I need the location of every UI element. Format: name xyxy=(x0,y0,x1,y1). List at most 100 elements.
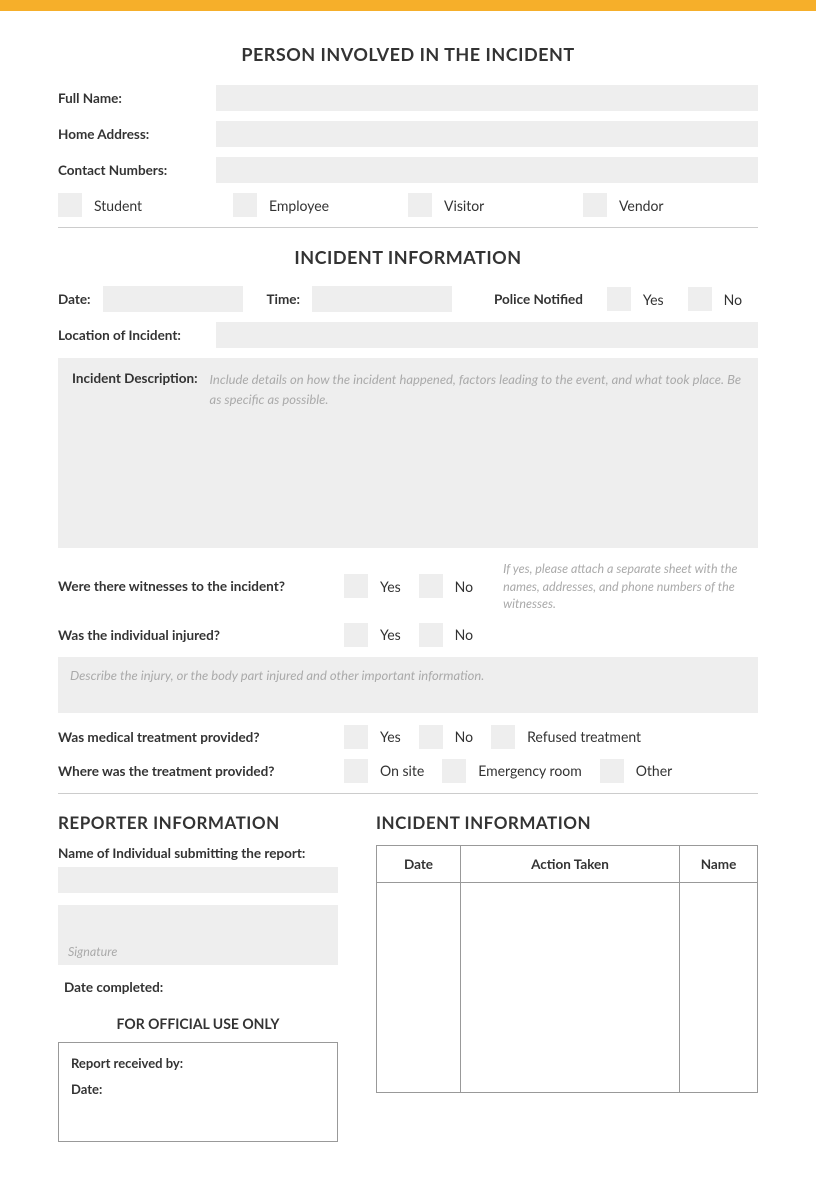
med-yes[interactable]: Yes xyxy=(344,725,401,749)
checkbox-icon xyxy=(688,287,712,311)
location-label: Location of Incident: xyxy=(58,327,212,343)
er-label: Emergency room xyxy=(478,762,581,779)
cell-action[interactable] xyxy=(461,882,680,1092)
witness-label: Were there witnesses to the incident? xyxy=(58,578,326,594)
injured-no[interactable]: No xyxy=(419,623,473,647)
where-row: Where was the treatment provided? On sit… xyxy=(58,759,758,783)
home-address-input[interactable] xyxy=(216,121,758,147)
checkbox-icon xyxy=(583,193,607,217)
col-date: Date xyxy=(377,845,461,882)
witness-hint: If yes, please attach a separate sheet w… xyxy=(503,560,758,613)
cell-name[interactable] xyxy=(680,882,758,1092)
checkbox-icon xyxy=(607,287,631,311)
police-yes[interactable]: Yes xyxy=(607,287,664,311)
cell-date[interactable] xyxy=(377,882,461,1092)
yes-label: Yes xyxy=(380,626,401,643)
checkbox-icon xyxy=(442,759,466,783)
home-address-row: Home Address: xyxy=(58,121,758,147)
action-table: Date Action Taken Name xyxy=(376,845,758,1093)
role-row: Student Employee Visitor Vendor xyxy=(58,193,758,217)
full-name-label: Full Name: xyxy=(58,90,212,106)
role-student-label: Student xyxy=(94,197,142,214)
where-er[interactable]: Emergency room xyxy=(442,759,581,783)
yes-label: Yes xyxy=(643,291,664,308)
injury-hint: Describe the injury, or the body part in… xyxy=(70,667,484,683)
reporter-col: REPORTER INFORMATION Name of Individual … xyxy=(58,812,338,1142)
checkbox-icon xyxy=(344,574,368,598)
two-col: REPORTER INFORMATION Name of Individual … xyxy=(58,812,758,1142)
table-row[interactable] xyxy=(377,882,758,1092)
med-refused[interactable]: Refused treatment xyxy=(491,725,641,749)
checkbox-icon xyxy=(233,193,257,217)
time-input[interactable] xyxy=(312,286,452,312)
injured-yes[interactable]: Yes xyxy=(344,623,401,647)
date-completed-label: Date completed: xyxy=(58,979,338,995)
top-accent-bar xyxy=(0,0,816,11)
onsite-label: On site xyxy=(380,762,424,779)
witness-yes[interactable]: Yes xyxy=(344,574,401,598)
contact-label: Contact Numbers: xyxy=(58,162,212,178)
checkbox-icon xyxy=(344,623,368,647)
table-col: INCIDENT INFORMATION Date Action Taken N… xyxy=(376,812,758,1142)
table-heading: INCIDENT INFORMATION xyxy=(376,812,758,833)
med-no[interactable]: No xyxy=(419,725,473,749)
page-content: PERSON INVOLVED IN THE INCIDENT Full Nam… xyxy=(0,11,816,1182)
desc-label: Incident Description: xyxy=(72,370,198,536)
date-input[interactable] xyxy=(103,286,243,312)
official-box: Report received by: Date: xyxy=(58,1042,338,1142)
no-label: No xyxy=(455,626,473,643)
date-label: Date: xyxy=(58,291,91,307)
full-name-input[interactable] xyxy=(216,85,758,111)
where-onsite[interactable]: On site xyxy=(344,759,424,783)
divider xyxy=(58,227,758,228)
no-label: No xyxy=(455,728,473,745)
witness-no[interactable]: No xyxy=(419,574,473,598)
contact-input[interactable] xyxy=(216,157,758,183)
role-visitor[interactable]: Visitor xyxy=(408,193,583,217)
other-label: Other xyxy=(636,762,673,779)
role-student[interactable]: Student xyxy=(58,193,233,217)
checkbox-icon xyxy=(344,759,368,783)
where-other[interactable]: Other xyxy=(600,759,673,783)
role-vendor-label: Vendor xyxy=(619,197,664,214)
reporter-heading: REPORTER INFORMATION xyxy=(58,812,338,833)
checkbox-icon xyxy=(344,725,368,749)
col-name: Name xyxy=(680,845,758,882)
checkbox-icon xyxy=(600,759,624,783)
time-label: Time: xyxy=(267,291,300,307)
role-employee-label: Employee xyxy=(269,197,329,214)
signature-box[interactable]: Signature xyxy=(58,905,338,965)
contact-row: Contact Numbers: xyxy=(58,157,758,183)
refused-label: Refused treatment xyxy=(527,728,641,745)
checkbox-icon xyxy=(419,725,443,749)
checkbox-icon xyxy=(419,623,443,647)
full-name-row: Full Name: xyxy=(58,85,758,111)
medical-row: Was medical treatment provided? Yes No R… xyxy=(58,725,758,749)
medical-label: Was medical treatment provided? xyxy=(58,729,326,745)
injury-box[interactable]: Describe the injury, or the body part in… xyxy=(58,657,758,713)
signature-label: Signature xyxy=(68,944,117,959)
location-input[interactable] xyxy=(216,322,758,348)
role-vendor[interactable]: Vendor xyxy=(583,193,758,217)
police-label: Police Notified xyxy=(494,291,583,307)
injured-label: Was the individual injured? xyxy=(58,627,326,643)
no-label: No xyxy=(455,578,473,595)
checkbox-icon xyxy=(58,193,82,217)
incident-heading: INCIDENT INFORMATION xyxy=(58,246,758,268)
received-label: Report received by: xyxy=(71,1055,325,1071)
role-visitor-label: Visitor xyxy=(444,197,484,214)
official-heading: FOR OFFICIAL USE ONLY xyxy=(58,1015,338,1032)
witness-row: Were there witnesses to the incident? Ye… xyxy=(58,560,758,613)
date-time-row: Date: Time: Police Notified Yes No xyxy=(58,286,758,312)
reporter-name-input[interactable] xyxy=(58,867,338,893)
police-no[interactable]: No xyxy=(688,287,742,311)
checkbox-icon xyxy=(491,725,515,749)
official-date-label: Date: xyxy=(71,1081,325,1097)
where-label: Where was the treatment provided? xyxy=(58,763,326,779)
role-employee[interactable]: Employee xyxy=(233,193,408,217)
reporter-name-label: Name of Individual submitting the report… xyxy=(58,845,338,861)
description-box[interactable]: Incident Description: Include details on… xyxy=(58,358,758,548)
col-action: Action Taken xyxy=(461,845,680,882)
location-row: Location of Incident: xyxy=(58,322,758,348)
yes-label: Yes xyxy=(380,578,401,595)
